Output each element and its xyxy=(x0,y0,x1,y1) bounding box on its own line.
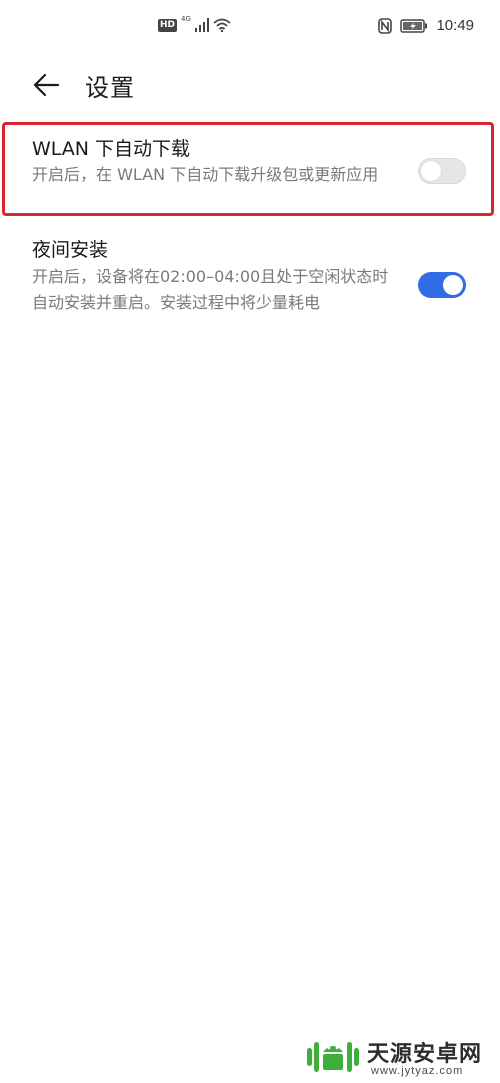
setting-description: 开启后，在 WLAN 下自动下载升级包或更新应用 xyxy=(32,165,379,184)
wifi-icon xyxy=(213,18,231,32)
wlan-auto-download-toggle[interactable] xyxy=(418,158,466,184)
setting-title: WLAN 下自动下载 xyxy=(32,138,191,160)
setting-title: 夜间安装 xyxy=(32,239,109,261)
page-title: 设置 xyxy=(85,74,135,102)
toggle-knob xyxy=(443,275,463,295)
header: 设置 xyxy=(0,60,500,108)
status-right-group: 10:49 xyxy=(378,17,474,34)
network-type-label: 4G xyxy=(181,15,191,23)
setting-row-night-install[interactable]: 夜间安装 开启后，设备将在02:00–04:00且处于空闲状态时自动安装并重启。… xyxy=(0,230,500,340)
android-logo-icon xyxy=(307,1042,359,1072)
watermark: 天源安卓网 www.jytyaz.com xyxy=(305,1030,495,1080)
watermark-name: 天源安卓网 xyxy=(367,1041,483,1067)
status-time: 10:49 xyxy=(436,17,474,34)
status-left-group: HD 4G xyxy=(158,15,231,32)
arrow-left-icon[interactable] xyxy=(32,70,62,100)
watermark-url: www.jytyaz.com xyxy=(371,1065,464,1077)
toggle-knob xyxy=(421,161,441,181)
battery-charging-icon xyxy=(400,18,428,33)
setting-description: 开启后，设备将在02:00–04:00且处于空闲状态时自动安装并重启。安装过程中… xyxy=(32,267,389,312)
night-install-toggle[interactable] xyxy=(418,272,466,298)
status-bar: HD 4G 10:49 xyxy=(0,0,500,56)
nfc-icon xyxy=(378,17,393,34)
hd-badge: HD xyxy=(158,18,178,32)
setting-row-wlan-auto-download[interactable]: WLAN 下自动下载 开启后，在 WLAN 下自动下载升级包或更新应用 xyxy=(0,122,500,220)
signal-icon xyxy=(194,18,209,32)
